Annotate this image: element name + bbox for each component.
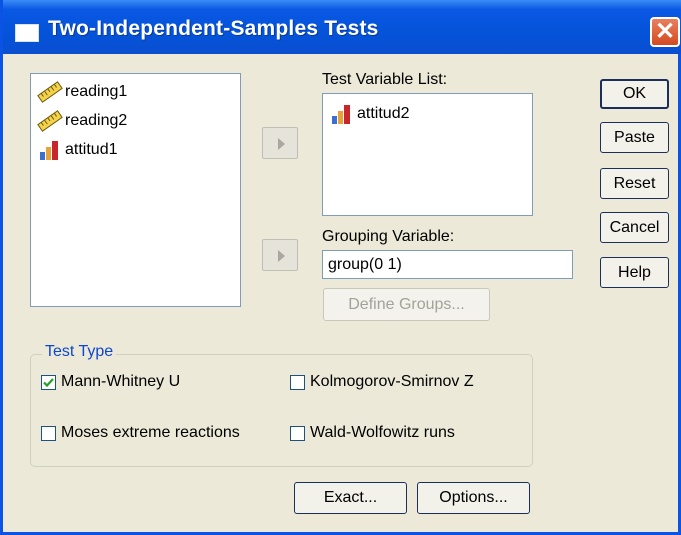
test-variable-list[interactable]: attitud2: [322, 93, 533, 216]
checkbox-label: Mann-Whitney U: [61, 373, 181, 390]
reset-button[interactable]: Reset: [600, 168, 669, 199]
list-item-label: reading2: [65, 112, 128, 129]
bar-ordinal-icon: [332, 105, 350, 124]
checkbox-box[interactable]: [290, 374, 305, 390]
title-bar[interactable]: Two-Independent-Samples Tests ✕: [3, 0, 681, 54]
ruler-scale-icon: [37, 81, 63, 103]
list-item-label: attitud2: [357, 105, 410, 122]
checkbox-label: Wald-Wolfowitz runs: [310, 424, 455, 441]
list-item[interactable]: reading1: [37, 80, 127, 104]
checkbox-box[interactable]: [290, 425, 305, 441]
list-item[interactable]: reading2: [37, 109, 127, 133]
help-button[interactable]: Help: [600, 257, 669, 288]
window-title: Two-Independent-Samples Tests: [48, 17, 379, 40]
test-type-legend: Test Type: [42, 343, 117, 361]
list-item-label: reading1: [65, 83, 128, 100]
list-item[interactable]: attitud2: [329, 102, 409, 126]
ruler-scale-icon: [37, 110, 63, 132]
paste-button[interactable]: Paste: [600, 122, 669, 153]
checkmark-icon: [43, 377, 54, 387]
list-item[interactable]: attitud1: [37, 138, 117, 162]
grouping-variable-field[interactable]: group(0 1): [322, 250, 573, 279]
arrow-right-icon: [278, 138, 285, 150]
source-variable-list[interactable]: reading1 reading2 attitud1: [30, 73, 241, 307]
wald-wolfowitz-checkbox[interactable]: Wald-Wolfowitz runs: [290, 424, 455, 442]
exact-button[interactable]: Exact...: [294, 482, 407, 514]
mann-whitney-checkbox[interactable]: Mann-Whitney U: [41, 373, 180, 391]
moses-extreme-checkbox[interactable]: Moses extreme reactions: [41, 424, 240, 442]
move-to-grouping-button[interactable]: [262, 239, 298, 271]
test-variable-label: Test Variable List:: [322, 71, 448, 88]
dialog-window: Two-Independent-Samples Tests ✕ reading1: [0, 0, 681, 535]
ok-button[interactable]: OK: [600, 79, 669, 109]
test-type-group: [30, 354, 533, 467]
kolmogorov-smirnov-checkbox[interactable]: Kolmogorov-Smirnov Z: [290, 373, 474, 391]
define-groups-button[interactable]: Define Groups...: [323, 288, 490, 321]
checkbox-label: Kolmogorov-Smirnov Z: [310, 373, 474, 390]
window-icon: [15, 24, 39, 42]
move-to-test-list-button[interactable]: [262, 127, 298, 159]
checkbox-label: Moses extreme reactions: [61, 424, 240, 441]
checkbox-box[interactable]: [41, 425, 56, 441]
arrow-right-icon: [278, 250, 285, 262]
options-button[interactable]: Options...: [417, 482, 530, 514]
bar-ordinal-icon: [40, 141, 58, 160]
list-item-label: attitud1: [65, 141, 118, 158]
checkbox-box[interactable]: [41, 374, 56, 390]
close-button[interactable]: ✕: [650, 17, 680, 47]
cancel-button[interactable]: Cancel: [600, 212, 669, 243]
grouping-variable-label: Grouping Variable:: [322, 228, 455, 245]
